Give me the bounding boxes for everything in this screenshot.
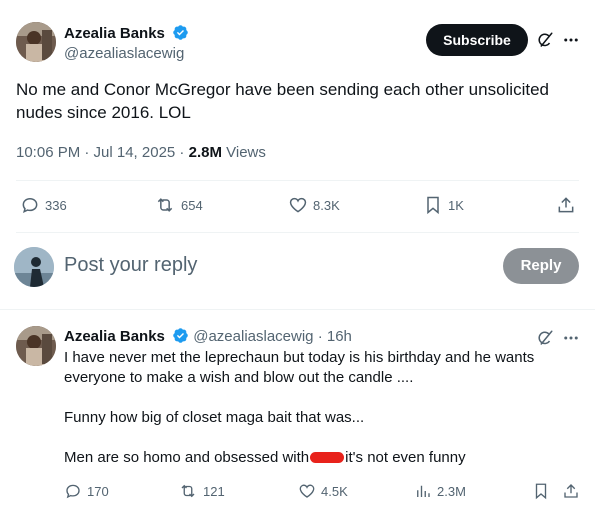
reply-action[interactable]: 336 [20,195,67,215]
reply-paragraph: Men are so homo and obsessed with it's no… [64,448,584,468]
reply-icon [66,484,80,499]
repost-count: 654 [181,197,203,213]
share-action[interactable] [562,482,585,500]
author-handle[interactable]: @azealiaslacewig [64,45,189,62]
like-action[interactable]: 8.3K [288,195,340,215]
heart-icon [299,484,315,498]
repost-icon [157,198,173,212]
reply-paragraph-end: it's not even funny [345,449,466,466]
more-options-icon[interactable] [560,328,582,348]
reply-count: 170 [87,483,109,499]
reply-action[interactable]: 170 [64,482,109,500]
reply-header: Azealia Banks @azealiaslacewig · 16h [64,327,352,345]
divider [16,232,579,233]
reply-paragraph: Funny how big of closet maga bait that w… [64,409,365,426]
bookmark-icon [427,196,439,215]
reply-paragraph: I have never met the leprechaun but toda… [64,349,535,386]
grok-icon[interactable] [535,30,555,50]
divider [0,309,595,310]
tweet-text: No me and Conor McGregor have been sendi… [16,80,549,122]
reply-author-avatar[interactable] [16,326,56,366]
tweet-timestamp[interactable]: 10:06 PM · Jul 14, 2025 · [16,144,189,161]
like-count: 8.3K [313,197,340,213]
views-label: Views [221,144,266,161]
tweet-meta: 10:06 PM · Jul 14, 2025 · 2.8M Views [16,144,266,161]
my-avatar[interactable] [14,247,54,287]
views-count: 2.8M [188,144,222,161]
author-info: Azealia Banks @azealiaslacewig [64,24,189,62]
heart-icon [289,197,307,213]
views-action[interactable]: 2.3M [414,482,466,500]
repost-action[interactable]: 121 [178,482,225,500]
redaction-mark [310,452,345,463]
subscribe-button[interactable]: Subscribe [426,24,528,56]
like-count: 4.5K [321,483,348,499]
like-action[interactable]: 4.5K [298,482,348,500]
bookmark-icon [535,483,547,500]
verified-badge-icon [173,25,189,40]
reply-input[interactable]: Post your reply [64,254,197,277]
reply-author-handle[interactable]: @azealiaslacewig · 16h [193,328,352,345]
author-avatar[interactable] [16,22,56,62]
reply-icon [22,197,38,214]
repost-count: 121 [203,483,225,499]
avatar-image [16,22,56,62]
repost-icon [181,484,195,498]
bookmark-action[interactable]: 1K [423,195,464,215]
views-chart-icon [417,485,430,497]
reply-paragraph-start: Men are so homo and obsessed with [64,449,310,466]
grok-icon[interactable] [535,328,555,348]
share-action[interactable] [556,195,581,215]
reply-count: 336 [45,197,67,213]
bookmark-count: 1K [448,197,464,213]
verified-badge-icon [173,328,188,343]
bookmark-action[interactable] [532,482,555,500]
reply-author-name[interactable]: Azealia Banks [64,328,165,345]
avatar-image [14,247,54,287]
share-icon [564,484,578,498]
more-options-icon[interactable] [560,30,582,50]
views-count: 2.3M [437,483,466,499]
author-name[interactable]: Azealia Banks [64,25,165,42]
share-icon [558,197,574,213]
repost-action[interactable]: 654 [154,195,203,215]
reply-text: I have never met the leprechaun but toda… [64,348,584,488]
reply-button[interactable]: Reply [503,248,579,284]
divider [16,180,579,181]
avatar-image [16,326,56,366]
